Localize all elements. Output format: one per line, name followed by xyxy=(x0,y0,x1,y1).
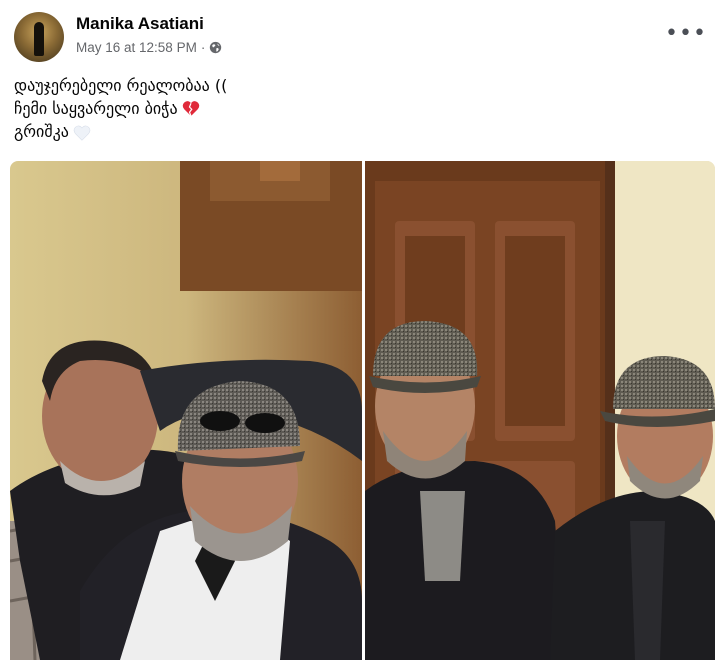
author-name[interactable]: Manika Asatiani xyxy=(76,14,204,34)
post-timestamp[interactable]: May 16 at 12:58 PM xyxy=(76,40,197,55)
avatar[interactable] xyxy=(14,12,64,62)
post-meta: May 16 at 12:58 PM · xyxy=(76,40,222,55)
post-text-line-1: დაუჯერებელი რეალობაა (( xyxy=(14,76,228,95)
globe-icon[interactable] xyxy=(209,41,222,54)
photo-left[interactable] xyxy=(10,161,362,660)
meta-separator: · xyxy=(200,40,206,55)
post-text-line-3: გრიშკა xyxy=(14,120,227,143)
heart-broken-icon xyxy=(182,100,200,117)
more-options-button[interactable]: ••• xyxy=(665,18,706,48)
post-text-line-2: ჩემი საყვარელი ბიჭა xyxy=(14,97,227,120)
post-text: დაუჯერებელი რეალობაა (( ჩემი საყვარელი ბ… xyxy=(14,74,227,143)
photo-grid xyxy=(10,161,715,660)
heart-white-icon xyxy=(73,124,91,141)
photo-right[interactable] xyxy=(365,161,715,660)
facebook-post: Manika Asatiani May 16 at 12:58 PM · •••… xyxy=(0,0,715,660)
